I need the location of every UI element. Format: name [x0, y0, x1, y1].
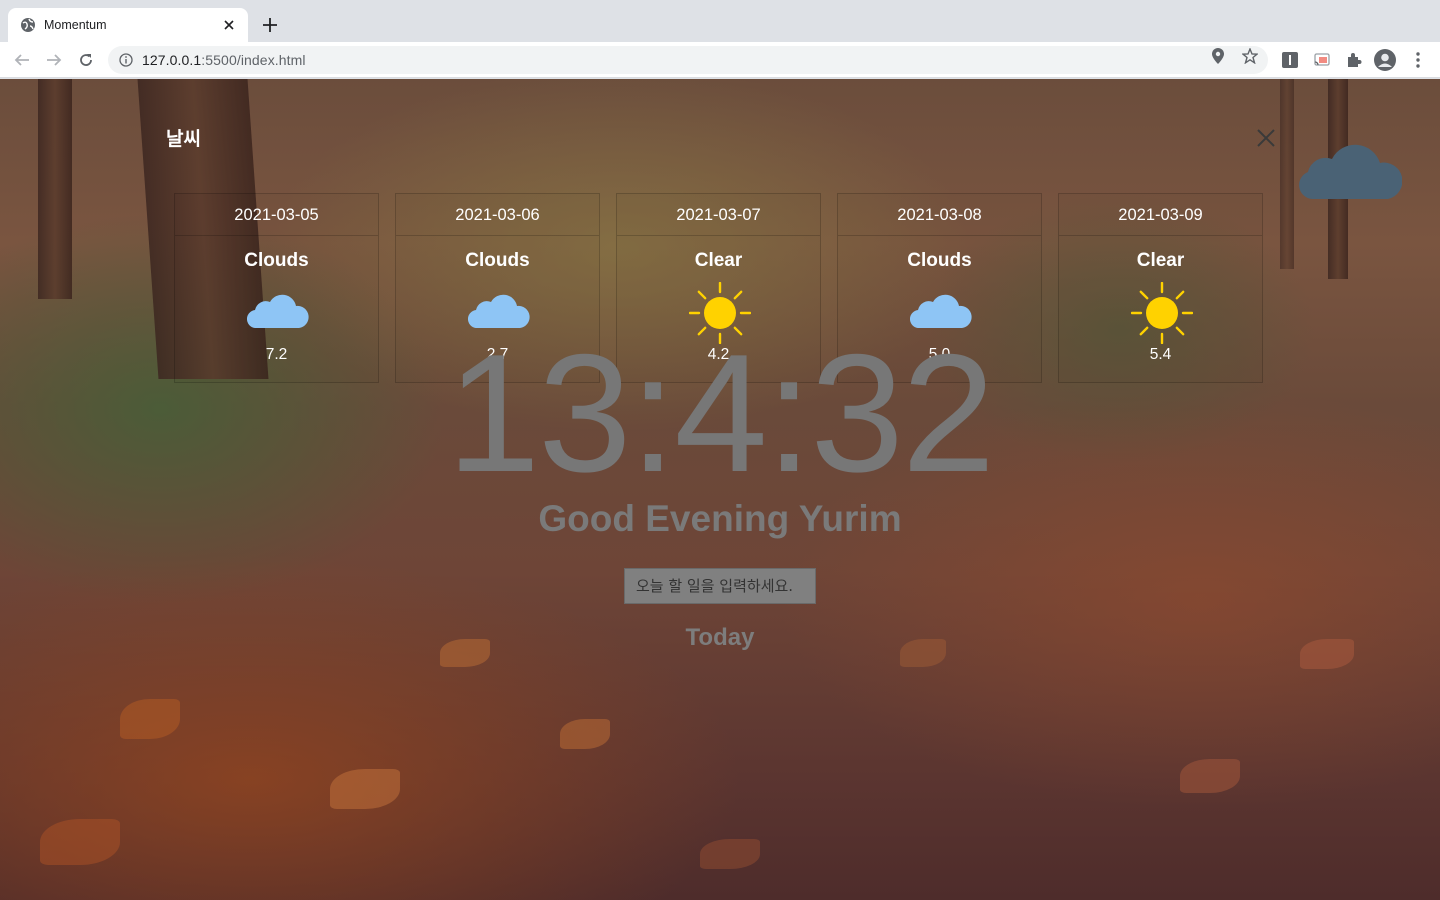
- back-arrow-icon[interactable]: [10, 48, 34, 72]
- tab-strip: Momentum: [0, 0, 1440, 42]
- greeting: Good Evening Yurim: [538, 498, 902, 539]
- url-text: 127.0.0.1:5500/index.html: [142, 52, 306, 68]
- leaf-decoration: [330, 769, 400, 809]
- leaf-decoration: [700, 839, 760, 869]
- page-background: 날씨 2021-03-05 Clouds 7.2 2021-03-06 Clou…: [0, 79, 1440, 900]
- forecast-condition: Clouds: [465, 250, 530, 271]
- leaf-decoration: [40, 819, 120, 865]
- forecast-condition: Clouds: [244, 250, 309, 271]
- tree-trunk-decoration: [1280, 79, 1294, 269]
- forecast-date: 2021-03-09: [1059, 194, 1262, 236]
- tab-title: Momentum: [44, 18, 107, 32]
- bookmark-star-icon[interactable]: [1242, 48, 1258, 64]
- location-pin-icon[interactable]: [1210, 48, 1226, 64]
- weather-title: 날씨: [166, 129, 201, 150]
- forecast-condition: Clouds: [907, 250, 972, 271]
- todo-input[interactable]: [624, 568, 816, 604]
- url-path: :5500/index.html: [201, 52, 306, 68]
- new-tab-button[interactable]: [258, 13, 282, 37]
- weather-toggle-cloud-icon[interactable]: [1298, 135, 1403, 201]
- globe-icon: [20, 17, 36, 33]
- leaf-decoration: [1180, 759, 1240, 793]
- tab-close-icon[interactable]: [220, 16, 238, 34]
- forecast-condition: Clear: [1136, 250, 1185, 271]
- forecast-date: 2021-03-07: [617, 194, 820, 236]
- more-menu-icon[interactable]: [1407, 49, 1429, 71]
- browser-tab[interactable]: Momentum: [8, 8, 248, 42]
- extensions-puzzle-icon[interactable]: [1343, 49, 1365, 71]
- clock: 13:4:32: [446, 319, 996, 507]
- reload-icon[interactable]: [74, 48, 98, 72]
- today-heading: Today: [685, 624, 755, 651]
- leaf-decoration: [560, 719, 610, 749]
- profile-avatar-icon[interactable]: [1374, 49, 1396, 71]
- forward-arrow-icon[interactable]: [42, 48, 66, 72]
- weather-close-icon[interactable]: [1254, 126, 1278, 150]
- extension-cast-icon[interactable]: [1311, 49, 1333, 71]
- forecast-date: 2021-03-08: [838, 194, 1041, 236]
- extension-reader-icon[interactable]: [1279, 49, 1301, 71]
- forecast-date: 2021-03-05: [175, 194, 378, 236]
- leaf-decoration: [120, 699, 180, 739]
- forecast-condition: Clear: [694, 250, 743, 271]
- address-bar[interactable]: 127.0.0.1:5500/index.html: [108, 46, 1268, 74]
- url-host: 127.0.0.1: [142, 52, 202, 68]
- forecast-date: 2021-03-06: [396, 194, 599, 236]
- browser-toolbar: 127.0.0.1:5500/index.html: [0, 42, 1440, 78]
- tree-trunk-decoration: [38, 79, 72, 299]
- info-icon[interactable]: [118, 52, 134, 68]
